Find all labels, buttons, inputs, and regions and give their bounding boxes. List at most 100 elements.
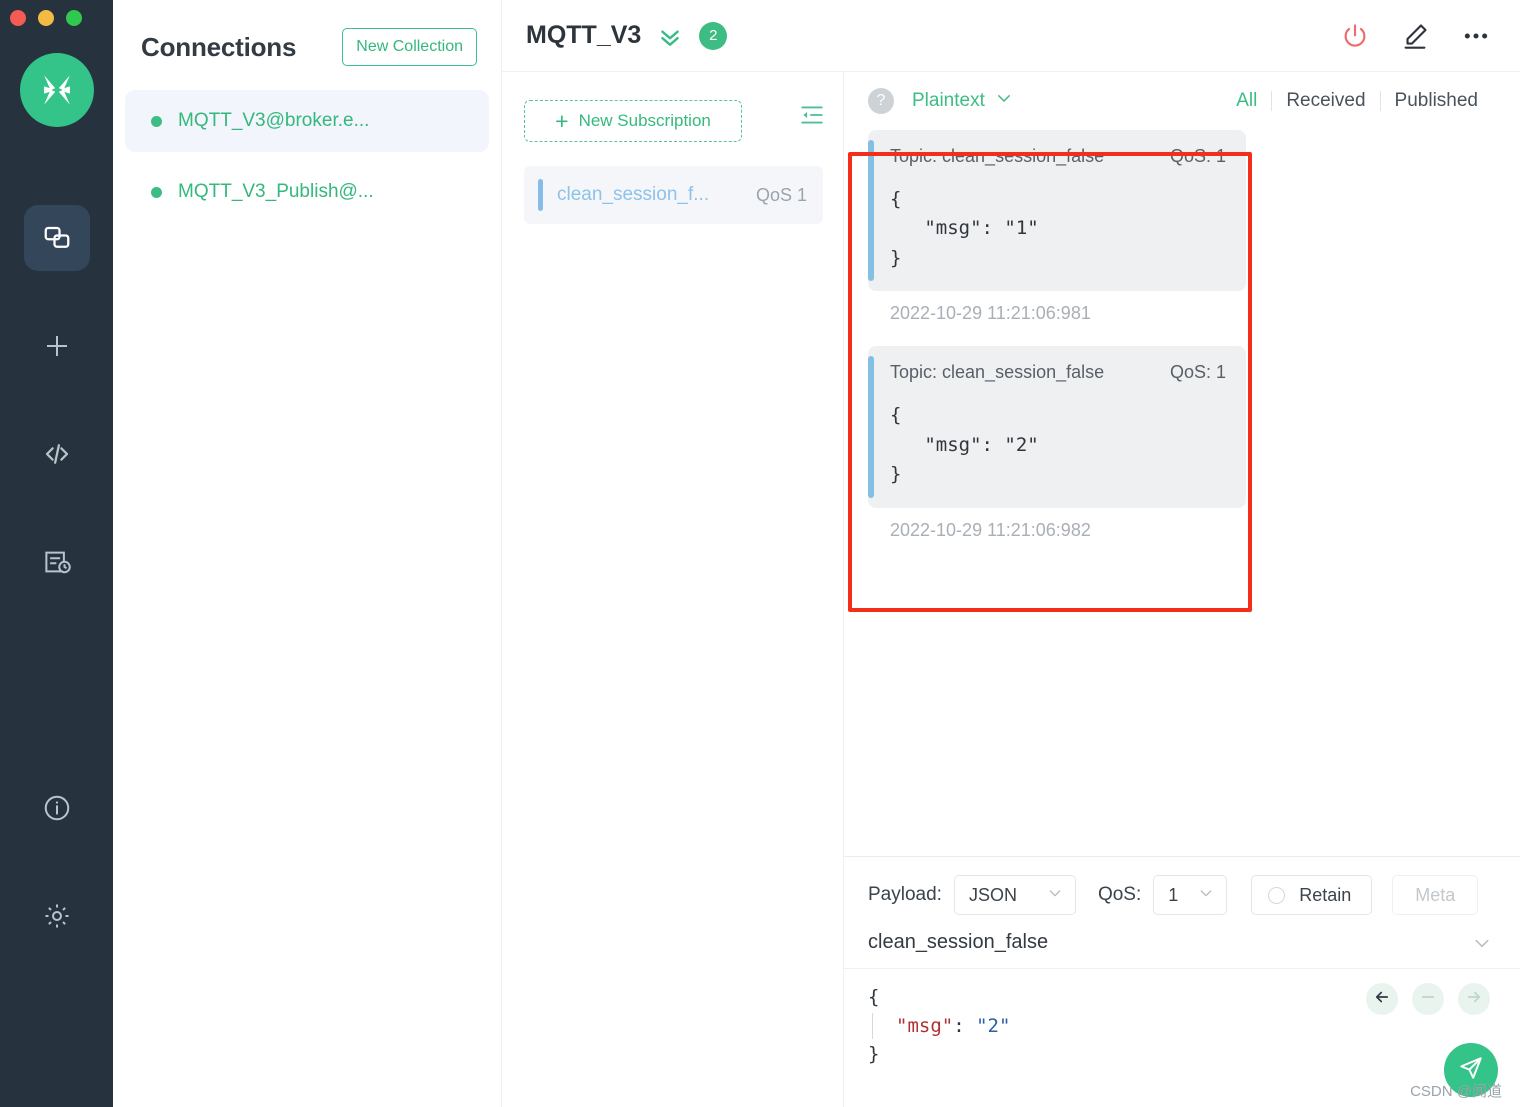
editor-forward-button[interactable] [1458,983,1490,1015]
publish-topic-input[interactable]: clean_session_false [868,931,1048,954]
retain-radio-icon [1268,887,1285,904]
publish-options-row: Payload: JSON QoS: 1 [844,857,1520,927]
power-icon [1340,21,1370,51]
code-key: "msg" [896,1015,953,1037]
publish-panel: Payload: JSON QoS: 1 [844,856,1520,1107]
connection-name: MQTT_V3@broker.e... [178,110,369,132]
edit-connection-button[interactable] [1400,21,1430,51]
chevron-down-icon [1188,885,1214,906]
collapse-panel-button[interactable] [799,102,825,128]
sidebar-item-settings[interactable] [24,883,90,949]
message-meta: Topic: clean_session_false QoS: 1 [890,362,1226,383]
message-topic: Topic: clean_session_false [890,146,1152,167]
plus-icon: + [555,110,568,133]
sidebar-item-connections[interactable] [24,205,90,271]
window-minimize-button[interactable] [38,10,54,26]
content-row: + New Subscription clean_session_f... [502,72,1520,1107]
chevron-down-icon [1037,885,1063,906]
code-value: "2" [976,1015,1010,1037]
message-item[interactable]: Topic: clean_session_false QoS: 1 { "msg… [868,130,1492,340]
app-window: Connections New Collection MQTT_V3@broke… [0,0,1520,1107]
message-bubble: Topic: clean_session_false QoS: 1 { "msg… [868,130,1246,291]
message-timestamp: 2022-10-29 11:21:06:982 [868,508,1492,557]
code-icon [42,439,72,469]
payload-type-value: JSON [969,885,1017,906]
left-rail [0,0,113,1107]
payload-type-select[interactable]: JSON [954,875,1076,915]
filter-received[interactable]: Received [1272,90,1379,112]
qos-select[interactable]: 1 [1153,875,1227,915]
minus-icon [1419,988,1437,1011]
message-item[interactable]: Topic: clean_session_false QoS: 1 { "msg… [868,346,1492,556]
collapse-panel-icon [799,102,825,128]
connection-list: MQTT_V3@broker.e... MQTT_V3_Publish@... [113,90,501,223]
messages-panel: ? Plaintext All Received [844,72,1520,1107]
info-icon [42,793,72,823]
message-timestamp: 2022-10-29 11:21:06:981 [868,291,1492,340]
disconnect-button[interactable] [1340,21,1370,51]
status-dot-icon [151,187,162,198]
qos-label: QoS: [1098,884,1141,906]
messages-toolbar: ? Plaintext All Received [844,72,1520,130]
arrow-right-icon [1465,988,1483,1011]
message-meta: Topic: clean_session_false QoS: 1 [890,146,1226,167]
filter-all[interactable]: All [1222,90,1271,112]
message-topic: Topic: clean_session_false [890,362,1152,383]
mqttx-logo [20,53,94,127]
message-qos: QoS: 1 [1170,146,1226,167]
indent-guide [872,1013,873,1039]
status-dot-icon [151,116,162,127]
more-dots-icon [1460,20,1492,52]
subscription-list-item[interactable]: clean_session_f... QoS 1 [524,166,823,224]
log-icon [42,547,72,577]
send-message-button[interactable] [1444,1043,1498,1097]
sidebar-item-log[interactable] [24,529,90,595]
main-panel: MQTT_V3 2 [502,0,1520,1107]
sidebar-item-new-connection[interactable] [24,313,90,379]
retain-label: Retain [1299,885,1351,906]
message-list[interactable]: Topic: clean_session_false QoS: 1 { "msg… [844,130,1520,856]
message-payload: { "msg": "1" } [890,185,1226,273]
editor-back-button[interactable] [1366,983,1398,1015]
gear-icon [42,901,72,931]
publish-payload-editor[interactable]: { "msg": "2" } [844,969,1520,1107]
message-filter-group: All Received Published [1222,90,1492,112]
code-colon: : [953,1015,976,1037]
payload-format-value: Plaintext [912,90,985,112]
connection-list-item[interactable]: MQTT_V3@broker.e... [125,90,489,152]
new-subscription-button[interactable]: + New Subscription [524,100,742,142]
arrow-left-icon [1373,988,1391,1011]
publish-topic-row[interactable]: clean_session_false [844,927,1520,969]
subscriptions-panel: + New Subscription clean_session_f... [502,72,844,1107]
more-options-button[interactable] [1460,20,1492,52]
retain-toggle[interactable]: Retain [1251,875,1372,915]
chevron-down-icon [985,89,1013,113]
payload-format-dropdown[interactable]: Plaintext [912,89,1013,113]
connection-list-item[interactable]: MQTT_V3_Publish@... [125,161,489,223]
connections-icon [42,223,72,253]
pencil-icon [1400,21,1430,51]
code-line-open: { [868,986,879,1008]
connection-name: MQTT_V3_Publish@... [178,181,374,203]
sidebar-item-scripts[interactable] [24,421,90,487]
double-chevron-down-icon[interactable] [657,23,683,49]
question-mark-icon[interactable]: ? [868,88,894,114]
new-collection-button[interactable]: New Collection [342,28,477,66]
qos-value: 1 [1168,885,1178,906]
list-spacer [113,152,501,161]
filter-published[interactable]: Published [1381,90,1492,112]
subscription-qos: QoS 1 [756,185,807,206]
window-maximize-button[interactable] [66,10,82,26]
chevron-down-icon[interactable] [1472,933,1492,953]
editor-minus-button[interactable] [1412,983,1444,1015]
plus-icon [42,331,72,361]
editor-nav-buttons [1366,983,1490,1015]
sidebar-item-about[interactable] [24,775,90,841]
code-line-close: } [868,1043,879,1065]
meta-button[interactable]: Meta [1392,875,1478,915]
connections-header: Connections New Collection [113,0,501,72]
new-subscription-label: New Subscription [579,111,711,131]
connections-panel: Connections New Collection MQTT_V3@broke… [113,0,502,1107]
subscription-topic: clean_session_f... [557,184,746,206]
window-close-button[interactable] [10,10,26,26]
